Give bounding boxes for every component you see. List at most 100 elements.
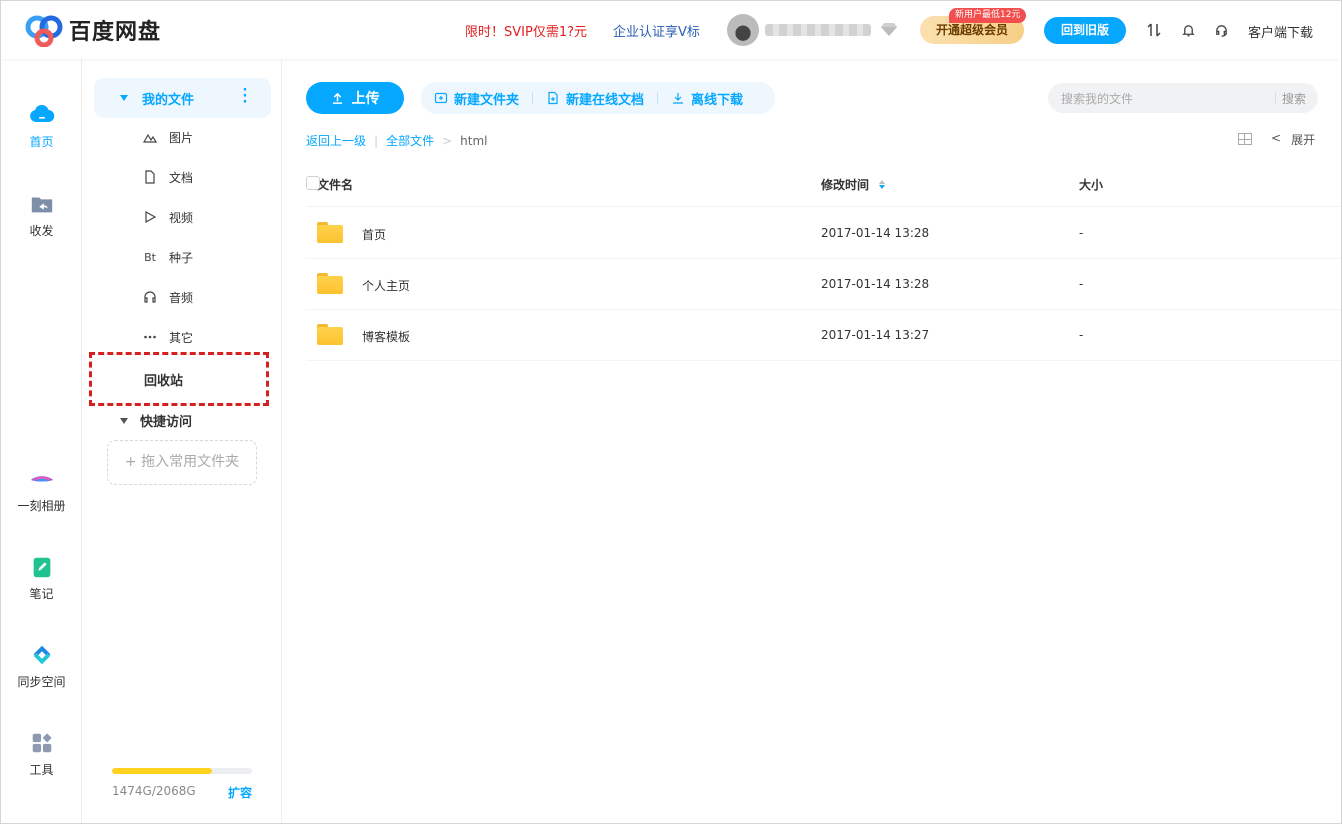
nav-album[interactable]: 一刻相册: [1, 465, 82, 514]
svip-promo-link[interactable]: 限时！SVIP仅需1?元: [465, 21, 587, 40]
table-row[interactable]: 博客模板 2017-01-14 13:27 -: [306, 310, 1341, 361]
table-row[interactable]: 个人主页 2017-01-14 13:28 -: [306, 259, 1341, 310]
top-header: 百度网盘 限时！SVIP仅需1?元 企业认证享V标 开通超级会员 新用户最低12…: [1, 1, 1341, 59]
back-to-old-version-button[interactable]: 回到旧版: [1044, 17, 1126, 44]
left-nav: 首页 收发 一刻相册 笔记 同步空间 工具: [1, 59, 82, 823]
search-button[interactable]: 搜索: [1282, 90, 1306, 107]
sidebar-item-other[interactable]: 其它: [143, 327, 193, 347]
file-sidebar: 我的文件 · · · 图片 文档 视频 Bt 种子 音频 其它 回收站 快捷访问…: [83, 59, 282, 823]
search-divider: [1275, 92, 1276, 104]
select-all-checkbox[interactable]: [306, 176, 320, 190]
nav-tools[interactable]: 工具: [1, 729, 82, 778]
more-vertical-icon[interactable]: · · ·: [242, 84, 248, 109]
table-header: 文件名 修改时间 大小: [306, 167, 1341, 207]
file-size: -: [1079, 277, 1084, 291]
bt-icon: Bt: [144, 250, 156, 264]
sidebar-item-recycle-bin[interactable]: 回收站: [144, 370, 183, 389]
chevron-right-icon: >: [442, 133, 453, 148]
storage-progress-fill: [112, 768, 212, 774]
nav-notes-label: 笔记: [29, 587, 54, 601]
file-size: -: [1079, 328, 1084, 342]
client-download-link[interactable]: 客户端下载: [1248, 22, 1313, 41]
search-input[interactable]: 搜索我的文件: [1061, 90, 1133, 107]
new-folder-button[interactable]: 新建文件夹: [421, 89, 532, 108]
sidebar-item-label: 种子: [169, 250, 194, 265]
new-online-doc-button[interactable]: 新建在线文档: [533, 89, 657, 108]
file-name[interactable]: 博客模板: [362, 328, 410, 345]
quick-access-label: 快捷访问: [140, 415, 193, 430]
new-online-doc-label: 新建在线文档: [566, 92, 645, 108]
diamond-icon: [881, 23, 897, 36]
baidu-netdisk-logo-icon: [25, 15, 63, 47]
new-document-icon: [548, 91, 558, 105]
tools-icon: [28, 729, 56, 757]
breadcrumb: 返回上一级 | 全部文件 > html: [306, 132, 487, 149]
offline-download-label: 离线下载: [691, 92, 744, 108]
headset-icon[interactable]: [1212, 21, 1230, 39]
sidebar-item-images[interactable]: 图片: [143, 127, 193, 147]
cloud-icon: [28, 101, 56, 129]
bell-icon[interactable]: [1179, 21, 1197, 39]
storage-usage-text: 1474G/2068G: [112, 784, 196, 798]
caret-down-icon[interactable]: [120, 95, 128, 101]
grid-view-icon[interactable]: [1238, 133, 1252, 145]
transfer-icon[interactable]: [1145, 21, 1163, 39]
more-icon: [143, 330, 157, 344]
nav-notes[interactable]: 笔记: [1, 553, 82, 602]
file-size: -: [1079, 226, 1084, 240]
nav-sync[interactable]: 同步空间: [1, 641, 82, 690]
upload-label: 上传: [351, 91, 380, 107]
share-folder-icon: [28, 190, 56, 218]
sidebar-item-documents[interactable]: 文档: [143, 167, 193, 187]
caret-down-icon: [120, 417, 128, 424]
nav-home-label: 首页: [29, 135, 54, 149]
play-icon: [143, 210, 157, 224]
search-box[interactable]: 搜索我的文件 搜索: [1048, 83, 1318, 113]
document-icon: [143, 170, 157, 184]
offline-download-button[interactable]: 离线下载: [658, 89, 756, 108]
table-row[interactable]: 首页 2017-01-14 13:28 -: [306, 208, 1341, 259]
logo[interactable]: 百度网盘: [25, 13, 161, 47]
nav-tools-label: 工具: [29, 763, 54, 777]
nav-share[interactable]: 收发: [1, 190, 82, 239]
sidebar-item-label: 视频: [169, 210, 194, 225]
sidebar-item-label: 音频: [169, 290, 194, 305]
expand-label: 展开: [1291, 133, 1316, 147]
sort-icon[interactable]: [879, 180, 886, 189]
sidebar-item-torrents[interactable]: Bt 种子: [143, 247, 193, 267]
logo-text: 百度网盘: [69, 20, 162, 45]
file-name[interactable]: 首页: [362, 226, 386, 243]
nav-album-label: 一刻相册: [17, 499, 66, 513]
username-blurred[interactable]: [765, 24, 871, 36]
expand-storage-link[interactable]: 扩容: [228, 784, 252, 801]
drop-favorite-folder-zone[interactable]: + 拖入常用文件夹: [107, 440, 257, 485]
sidebar-item-audio[interactable]: 音频: [143, 287, 193, 307]
upload-button[interactable]: 上传: [306, 82, 404, 114]
column-name[interactable]: 文件名: [317, 176, 353, 193]
column-size[interactable]: 大小: [1079, 176, 1103, 193]
sync-icon: [28, 641, 56, 669]
nav-home[interactable]: 首页: [1, 101, 82, 150]
new-user-badge: 新用户最低12元: [949, 8, 1027, 23]
sidebar-item-label: 图片: [169, 130, 194, 145]
sidebar-my-files[interactable]: 我的文件 · · ·: [94, 78, 271, 118]
file-name[interactable]: 个人主页: [362, 277, 410, 294]
sidebar-item-label: 其它: [169, 330, 194, 345]
breadcrumb-divider: |: [374, 133, 379, 148]
add-folder-icon: [434, 92, 448, 104]
storage-progress-bar: [112, 768, 252, 774]
back-link[interactable]: 返回上一级: [306, 132, 366, 149]
column-modified[interactable]: 修改时间: [821, 176, 886, 193]
breadcrumb-all-files[interactable]: 全部文件: [386, 132, 434, 149]
column-modified-label: 修改时间: [821, 178, 870, 192]
sidebar-item-videos[interactable]: 视频: [143, 207, 193, 227]
breadcrumb-current: html: [460, 133, 488, 148]
chevron-left-icon: <: [1271, 131, 1282, 145]
headphones-icon: [143, 290, 157, 304]
enterprise-promo-link[interactable]: 企业认证享V标: [613, 21, 700, 40]
avatar[interactable]: [727, 14, 759, 46]
sidebar-item-label: 文档: [169, 170, 194, 185]
expand-panel-toggle[interactable]: < 展开: [1271, 131, 1315, 148]
sidebar-quick-access[interactable]: 快捷访问: [120, 411, 192, 430]
download-icon: [673, 93, 684, 104]
